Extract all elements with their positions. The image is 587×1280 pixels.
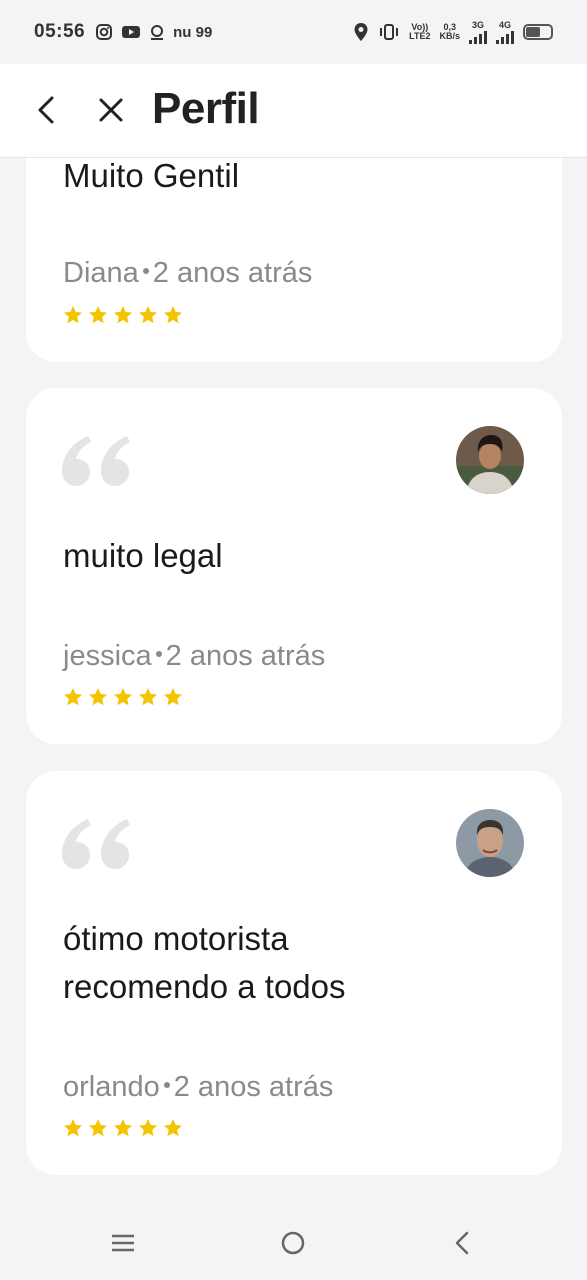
star-icon bbox=[64, 306, 82, 324]
review-text: muito legal bbox=[63, 537, 223, 574]
signal-bars-icon bbox=[496, 30, 514, 44]
reviewer-line: Diana 2 anos atrás bbox=[63, 257, 312, 290]
star-rating bbox=[63, 687, 183, 707]
quote-icon bbox=[62, 436, 130, 486]
chevron-left-icon bbox=[38, 96, 54, 124]
star-rating bbox=[63, 1118, 183, 1138]
system-nav-bar bbox=[0, 1206, 587, 1280]
back-arrow-icon bbox=[455, 1231, 469, 1255]
star-icon bbox=[89, 306, 107, 324]
battery-icon bbox=[523, 24, 553, 40]
star-icon bbox=[89, 1119, 107, 1137]
status-time: 05:56 bbox=[34, 21, 86, 42]
carrier-text: nu 99 bbox=[173, 23, 213, 41]
page-title: Perfil bbox=[152, 84, 260, 133]
star-rating bbox=[63, 305, 183, 325]
notification-icons: nu 99 bbox=[95, 23, 212, 41]
review-text: Muito Gentil bbox=[63, 157, 240, 194]
signal-bars-icon bbox=[469, 30, 487, 44]
review-card: ótimo motorista recomendo a todos orland… bbox=[26, 771, 562, 1175]
system-back-button[interactable] bbox=[445, 1226, 479, 1260]
reviewer-line: orlando 2 anos atrás bbox=[63, 1071, 333, 1104]
star-icon bbox=[89, 688, 107, 706]
review-text: ótimo motorista recomendo a todos bbox=[63, 920, 346, 1005]
recent-apps-button[interactable] bbox=[106, 1226, 140, 1260]
status-right: Vo)) LTE2 0,3 KB/s 3G 4G bbox=[353, 20, 553, 44]
star-icon bbox=[114, 306, 132, 324]
youtube-icon bbox=[122, 26, 141, 38]
home-circle-icon bbox=[281, 1231, 305, 1255]
star-icon bbox=[164, 1119, 182, 1137]
close-button[interactable] bbox=[91, 90, 131, 130]
reviewer-name: Diana bbox=[63, 257, 139, 289]
avatar bbox=[456, 426, 524, 494]
star-icon bbox=[139, 1119, 157, 1137]
reviewer-name: jessica bbox=[63, 640, 152, 672]
star-icon bbox=[114, 1119, 132, 1137]
star-icon bbox=[64, 688, 82, 706]
instagram-icon bbox=[96, 24, 113, 40]
volte-indicator: Vo)) LTE2 bbox=[409, 22, 431, 41]
avatar bbox=[456, 809, 524, 877]
close-icon bbox=[99, 98, 123, 122]
review-time: 2 anos atrás bbox=[173, 1071, 334, 1103]
location-icon bbox=[354, 23, 368, 41]
vibrate-icon bbox=[380, 24, 399, 40]
star-icon bbox=[164, 306, 182, 324]
back-button[interactable] bbox=[26, 90, 66, 130]
review-card: muito legal jessica 2 anos atrás bbox=[26, 388, 562, 744]
status-bar: 05:56 nu 99 Vo)) LTE2 0,3 KB/s 3G 4G bbox=[0, 0, 587, 64]
signal-3g: 3G bbox=[469, 20, 487, 44]
home-button[interactable] bbox=[276, 1226, 310, 1260]
review-time: 2 anos atrás bbox=[152, 257, 313, 289]
network-speed: 0,3 KB/s bbox=[439, 22, 460, 41]
review-time: 2 anos atrás bbox=[165, 640, 326, 672]
star-icon bbox=[139, 306, 157, 324]
app-icon bbox=[151, 25, 164, 40]
app-header: Perfil bbox=[0, 64, 587, 158]
reviewer-line: jessica 2 anos atrás bbox=[63, 640, 325, 673]
reviewer-name: orlando bbox=[63, 1071, 160, 1103]
star-icon bbox=[164, 688, 182, 706]
menu-icon bbox=[112, 1234, 134, 1252]
star-icon bbox=[114, 688, 132, 706]
star-icon bbox=[139, 688, 157, 706]
star-icon bbox=[64, 1119, 82, 1137]
signal-4g: 4G bbox=[496, 20, 514, 44]
quote-icon bbox=[62, 819, 130, 869]
